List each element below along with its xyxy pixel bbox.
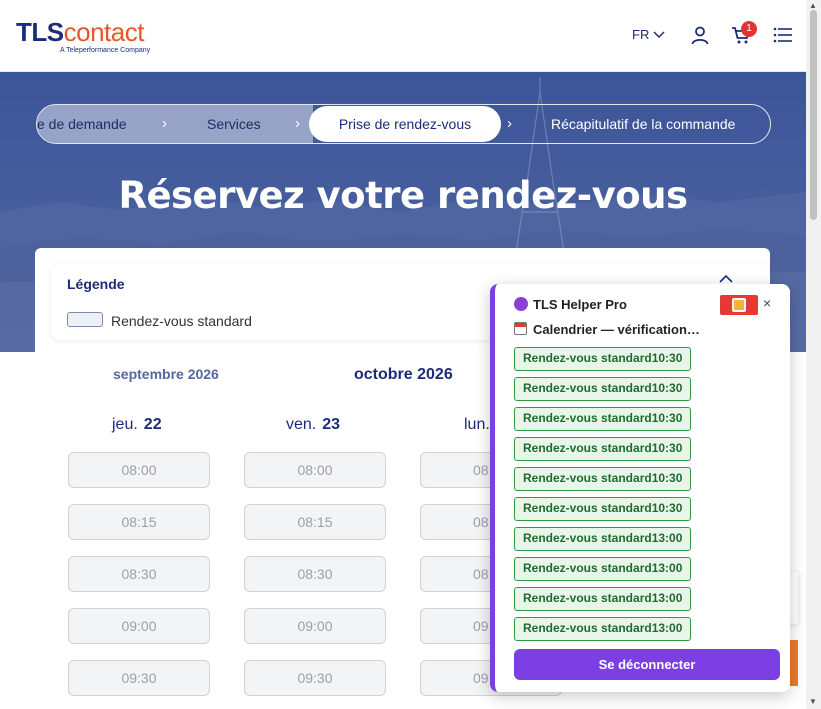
logo-tls-text: TLS — [16, 17, 64, 47]
helper-title: TLS Helper Pro — [533, 297, 627, 312]
chevron-right-icon: › — [295, 115, 300, 132]
booking-stepper: e de demande › Services › Prise de rende… — [36, 104, 771, 144]
calendar-icon — [514, 322, 527, 335]
close-icon[interactable]: × — [763, 295, 771, 311]
time-slot[interactable]: 08:00 — [68, 452, 210, 488]
scroll-up-arrow-icon[interactable]: ▲ — [809, 1, 817, 10]
cart-count-badge: 1 — [741, 21, 757, 37]
legend-standard-label: Rendez-vous standard — [111, 313, 252, 329]
scroll-down-arrow-icon[interactable]: ▼ — [809, 697, 817, 706]
chevron-right-icon: › — [162, 115, 167, 132]
time-slot[interactable]: 09:30 — [244, 660, 386, 696]
language-label: FR — [632, 27, 650, 42]
time-slot[interactable]: 08:30 — [244, 556, 386, 592]
month-current[interactable]: octobre 2026 — [354, 366, 453, 384]
helper-slot[interactable]: Rendez-vous standard10:30 — [514, 347, 691, 371]
helper-slot[interactable]: Rendez-vous standard10:30 — [514, 437, 691, 461]
language-selector[interactable]: FR — [632, 27, 665, 42]
step-application-type[interactable]: e de demande — [37, 105, 127, 143]
chevron-down-icon — [653, 30, 665, 38]
day-header: jeu. 22 — [112, 416, 162, 433]
stop-button[interactable] — [720, 295, 758, 315]
legend-standard-swatch — [67, 312, 103, 327]
step-services[interactable]: Services — [207, 105, 261, 143]
tlscontact-logo[interactable]: TLScontact A Teleperformance Company — [16, 18, 150, 55]
helper-panel: TLS Helper Pro × Calendrier — vérificati… — [490, 284, 790, 692]
day-header: lun. — [464, 416, 490, 433]
step-appointment-active[interactable]: Prise de rendez-vous — [309, 106, 501, 142]
scrollbar-thumb[interactable] — [810, 10, 817, 220]
helper-slot[interactable]: Rendez-vous standard10:30 — [514, 407, 691, 431]
month-prev[interactable]: septembre 2026 — [113, 366, 219, 382]
time-slot[interactable]: 09:30 — [68, 660, 210, 696]
time-slot[interactable]: 08:15 — [244, 504, 386, 540]
user-icon[interactable] — [690, 25, 710, 45]
site-header: TLScontact A Teleperformance Company FR … — [0, 0, 806, 72]
helper-slot[interactable]: Rendez-vous standard10:30 — [514, 467, 691, 491]
helper-slot[interactable]: Rendez-vous standard10:30 — [514, 377, 691, 401]
time-slot[interactable]: 08:00 — [244, 452, 386, 488]
logo-contact-text: contact — [63, 17, 145, 47]
legend-title: Légende — [67, 276, 125, 292]
helper-subtitle: Calendrier — vérification… — [533, 322, 700, 337]
day-header: ven. 23 — [286, 416, 341, 433]
helper-slot[interactable]: Rendez-vous standard10:30 — [514, 497, 691, 521]
time-slot[interactable]: 09:00 — [244, 608, 386, 644]
helper-slot[interactable]: Rendez-vous standard13:00 — [514, 527, 691, 551]
time-slot[interactable]: 08:30 — [68, 556, 210, 592]
page: TLScontact A Teleperformance Company FR … — [0, 0, 821, 709]
chevron-up-icon[interactable] — [719, 274, 733, 284]
helper-slot[interactable]: Rendez-vous standard13:00 — [514, 557, 691, 581]
page-title: Réservez votre rendez-vous — [118, 174, 688, 217]
stop-icon — [732, 298, 746, 312]
logout-button[interactable]: Se déconnecter — [514, 649, 780, 680]
logo-subtitle: A Teleperformance Company — [60, 47, 151, 54]
helper-slot[interactable]: Rendez-vous standard13:00 — [514, 587, 691, 611]
step-order-summary[interactable]: Récapitulatif de la commande — [551, 105, 735, 143]
purple-circle-icon — [514, 297, 528, 311]
chevron-right-icon: › — [507, 115, 512, 132]
time-slot[interactable]: 08:15 — [68, 504, 210, 540]
helper-slot[interactable]: Rendez-vous standard13:00 — [514, 617, 691, 641]
time-slot[interactable]: 09:00 — [68, 608, 210, 644]
menu-icon[interactable] — [773, 25, 793, 45]
